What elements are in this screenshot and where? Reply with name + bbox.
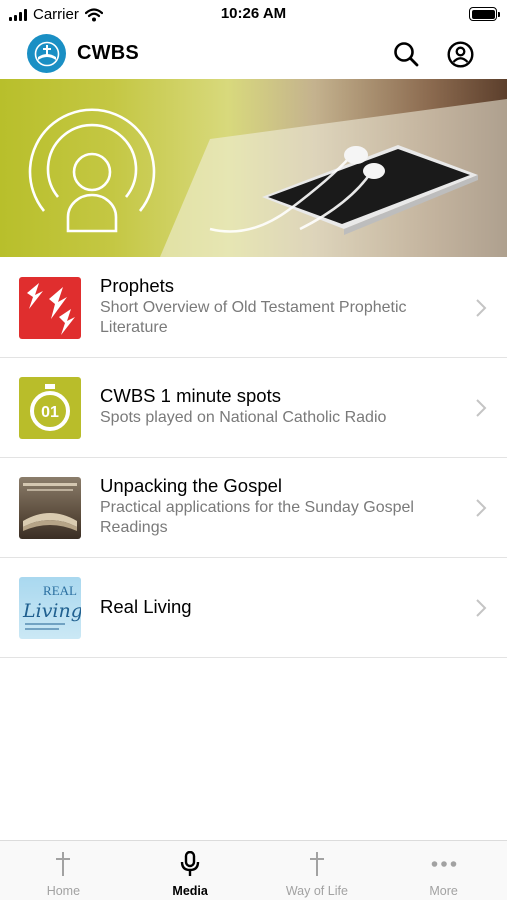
chevron-right-icon <box>476 599 487 617</box>
tab-home[interactable]: Home <box>0 841 127 900</box>
list-item-title: Unpacking the Gospel <box>100 475 283 496</box>
real-living-thumb: REAL Living <box>19 577 81 639</box>
list-item-subtitle: Short Overview of Old Testament Propheti… <box>100 299 407 336</box>
list-item-prophets[interactable]: Prophets Short Overview of Old Testament… <box>0 258 507 358</box>
list-item-title: Prophets <box>100 275 175 296</box>
podcast-icon <box>28 108 156 233</box>
cross-icon <box>0 851 127 877</box>
app-header: CWBS <box>0 30 507 78</box>
status-time: 10:26 AM <box>220 5 287 22</box>
tab-label: Media <box>172 884 208 898</box>
status-bar: Carrier 10:26 AM <box>0 0 507 30</box>
chevron-right-icon <box>476 399 487 417</box>
timer-thumb: 01 <box>19 377 81 439</box>
list-item-text: Real Living <box>100 596 457 618</box>
list-item-real-living[interactable]: REAL Living Real Living <box>0 558 507 658</box>
tab-media[interactable]: Media <box>127 841 254 900</box>
search-icon[interactable] <box>391 39 421 69</box>
list-item-text: Unpacking the Gospel Practical applicati… <box>100 475 457 538</box>
tab-label: Way of Life <box>285 884 348 898</box>
battery-icon <box>469 7 500 21</box>
svg-text:01: 01 <box>41 404 59 421</box>
account-icon[interactable] <box>445 39 475 69</box>
chevron-right-icon <box>476 499 487 517</box>
list-item-text: CWBS 1 minute spots Spots played on Nati… <box>100 385 457 428</box>
more-dots-icon <box>380 851 507 877</box>
tab-way-of-life[interactable]: Way of Life <box>254 841 381 900</box>
list-item-text: Prophets Short Overview of Old Testament… <box>100 275 457 338</box>
list-item-subtitle: Practical applications for the Sunday Go… <box>100 499 414 536</box>
tab-label: More <box>429 884 458 898</box>
chevron-right-icon <box>476 299 487 317</box>
media-list: Prophets Short Overview of Old Testament… <box>0 258 507 658</box>
tab-bar: Home Media Way of Life More <box>0 840 507 900</box>
app-title: CWBS <box>77 42 139 64</box>
list-item-subtitle: Spots played on National Catholic Radio <box>100 409 387 426</box>
tab-label: Home <box>46 884 81 898</box>
list-item-minute-spots[interactable]: 01 CWBS 1 minute spots Spots played on N… <box>0 358 507 458</box>
media-banner <box>0 79 507 257</box>
tab-more[interactable]: More <box>380 841 507 900</box>
list-item-unpacking-gospel[interactable]: Unpacking the Gospel Practical applicati… <box>0 458 507 558</box>
svg-text:Living: Living <box>22 600 81 622</box>
gospel-book-thumb <box>19 477 81 539</box>
list-item-title: Real Living <box>100 596 192 617</box>
list-item-title: CWBS 1 minute spots <box>100 385 281 406</box>
cross-icon <box>254 851 381 877</box>
logo-icon[interactable] <box>27 34 66 73</box>
svg-text:REAL: REAL <box>43 583 77 598</box>
prophets-thumb <box>19 277 81 339</box>
microphone-icon <box>127 851 254 877</box>
